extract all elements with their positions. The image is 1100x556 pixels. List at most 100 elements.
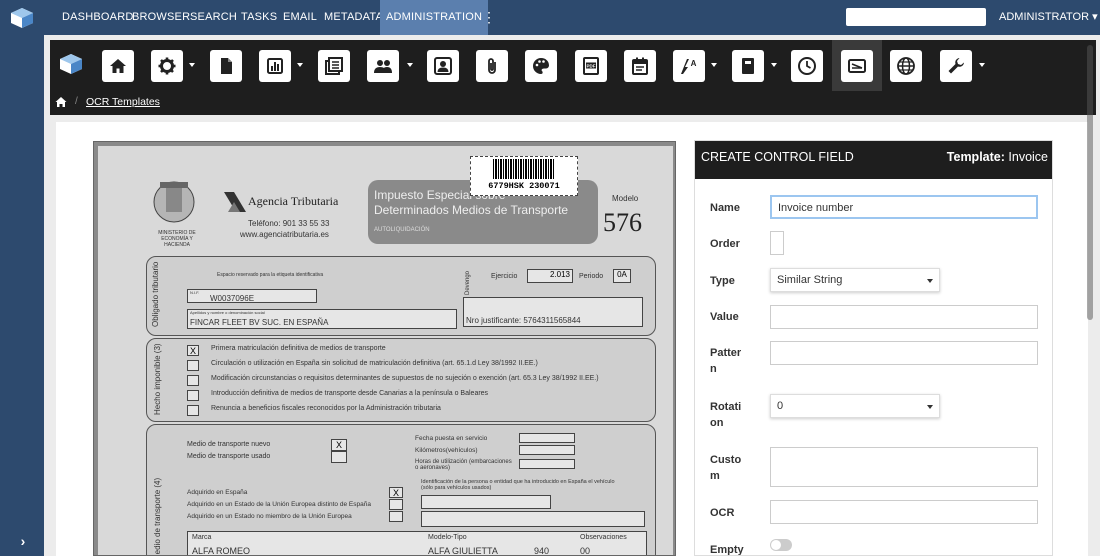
create-control-field-panel: CREATE CONTROL FIELD Template: Invoice N… bbox=[694, 140, 1053, 556]
adquirido-3: Adquirido en un Estado no miembro de la … bbox=[187, 513, 352, 520]
name-label: Name bbox=[710, 202, 740, 214]
search-input[interactable] bbox=[846, 8, 986, 26]
modelo-tipo-value: ALFA GIULIETTA bbox=[428, 546, 498, 556]
option-5: Renuncia a beneficios fiscales reconocid… bbox=[211, 405, 441, 412]
top-navigation: DASHBOARD BROWSER SEARCH TASKS EMAIL MET… bbox=[44, 0, 1100, 35]
adquirido-checkbox-2 bbox=[389, 499, 403, 510]
ident-name-box bbox=[421, 511, 645, 527]
user-menu[interactable]: ADMINISTRATOR ▾ bbox=[999, 0, 1098, 35]
reports-dropdown-caret[interactable] bbox=[297, 63, 303, 67]
justificante-box: Nro justificante: 5764311565844 bbox=[463, 297, 643, 327]
home-icon[interactable] bbox=[102, 50, 134, 82]
nav-metadata[interactable]: METADATA bbox=[324, 0, 383, 35]
paperclip-icon[interactable] bbox=[476, 50, 508, 82]
option-checkbox-5 bbox=[187, 405, 199, 416]
nav-email[interactable]: EMAIL bbox=[283, 0, 317, 35]
barcode-selection[interactable]: 6779HSK 230071 bbox=[470, 156, 578, 196]
fecha-label: Fecha puesta en servicio bbox=[415, 435, 488, 442]
panel-header: CREATE CONTROL FIELD Template: Invoice bbox=[695, 141, 1052, 179]
medio-nuevo-checkbox: X bbox=[331, 439, 347, 451]
devengo-label: Devengo bbox=[465, 270, 471, 295]
type-select[interactable]: Similar String bbox=[770, 268, 940, 292]
document-preview[interactable]: MINISTERIO DE ECONOMÍA Y HACIENDA Agenci… bbox=[93, 141, 676, 556]
scanner-icon[interactable] bbox=[841, 50, 873, 82]
gear-icon[interactable] bbox=[151, 50, 183, 82]
page-scrollbar[interactable] bbox=[1087, 45, 1093, 320]
name-field[interactable]: Invoice number bbox=[770, 195, 1038, 219]
medio-usado-label: Medio de transporte usado bbox=[187, 453, 271, 460]
ocr-field[interactable] bbox=[770, 500, 1038, 524]
modelo-tipo-label: Modelo-Tipo bbox=[428, 534, 467, 541]
expand-sidebar-icon[interactable]: › bbox=[14, 532, 32, 550]
km-box bbox=[519, 445, 575, 455]
periodo-value: 0A bbox=[613, 269, 631, 283]
calendar-icon[interactable] bbox=[624, 50, 656, 82]
observaciones-value: 00 bbox=[580, 546, 591, 556]
empty-toggle[interactable] bbox=[770, 539, 792, 551]
periodo-label: Periodo bbox=[579, 273, 604, 280]
nav-browser[interactable]: BROWSER bbox=[132, 0, 190, 35]
breadcrumb-ocr-templates[interactable]: OCR Templates bbox=[86, 96, 160, 108]
users-icon[interactable] bbox=[367, 50, 399, 82]
ejercicio-label: Ejercicio bbox=[491, 273, 518, 280]
nav-administration[interactable]: ADMINISTRATION bbox=[380, 0, 489, 35]
chart-icon[interactable] bbox=[259, 50, 291, 82]
ocr-text-icon[interactable]: A bbox=[673, 50, 705, 82]
tools-dropdown-caret[interactable] bbox=[979, 63, 985, 67]
wrench-icon[interactable] bbox=[940, 50, 972, 82]
hecho-label: Hecho imponible (3) bbox=[153, 343, 162, 415]
pdf-icon[interactable]: PDF bbox=[575, 50, 607, 82]
vehicle-number: 940 bbox=[534, 546, 550, 556]
chevron-down-icon bbox=[927, 405, 933, 409]
type-select-value: Similar String bbox=[777, 274, 843, 286]
horas-label: Horas de utilización (embarcaciones o ae… bbox=[415, 459, 512, 471]
option-checkbox-2 bbox=[187, 360, 199, 371]
clock-icon[interactable] bbox=[791, 50, 823, 82]
more-menu-icon[interactable]: ⋮ bbox=[482, 9, 496, 26]
palette-icon[interactable] bbox=[525, 50, 557, 82]
option-4: Introducción definitiva de medios de tra… bbox=[211, 390, 489, 397]
custom-textarea[interactable] bbox=[770, 447, 1038, 487]
agency-logo-icon bbox=[224, 192, 246, 212]
adquirido-checkbox-1: X bbox=[389, 487, 403, 498]
justificante-value: Nro justificante: 5764311565844 bbox=[466, 316, 581, 325]
ocr-dropdown-caret[interactable] bbox=[711, 63, 717, 67]
svg-text:A: A bbox=[691, 59, 697, 68]
rotation-label: Rotation bbox=[710, 401, 742, 429]
breadcrumb bbox=[50, 91, 1096, 115]
custom-label: Custom bbox=[710, 454, 742, 482]
book-dropdown-caret[interactable] bbox=[771, 63, 777, 67]
document-icon[interactable] bbox=[210, 50, 242, 82]
settings-dropdown-caret[interactable] bbox=[189, 63, 195, 67]
nav-tasks[interactable]: TASKS bbox=[241, 0, 277, 35]
app-logo-icon[interactable] bbox=[11, 8, 33, 28]
user-icon[interactable] bbox=[427, 50, 459, 82]
users-dropdown-caret[interactable] bbox=[407, 63, 413, 67]
book-icon[interactable] bbox=[732, 50, 764, 82]
breadcrumb-home-icon[interactable] bbox=[55, 96, 67, 108]
rotation-select[interactable]: 0 bbox=[770, 394, 940, 418]
left-sidebar: › bbox=[0, 0, 44, 556]
chevron-down-icon bbox=[927, 279, 933, 283]
value-label: Value bbox=[710, 311, 739, 323]
pattern-label: Pattern bbox=[710, 347, 742, 375]
hecho-imponible-block: Hecho imponible (3) X Primera matriculac… bbox=[146, 338, 656, 422]
ministry-label: MINISTERIO DE ECONOMÍA Y HACIENDA bbox=[158, 230, 196, 248]
agency-phone: Teléfono: 901 33 55 33 bbox=[248, 219, 330, 228]
globe-icon[interactable] bbox=[890, 50, 922, 82]
option-checkbox-4 bbox=[187, 390, 199, 401]
nif-value: W0037096E bbox=[210, 294, 255, 303]
espacio-label: Espacio reservado para la etiqueta ident… bbox=[217, 272, 324, 278]
value-field[interactable] bbox=[770, 305, 1038, 329]
nav-dashboard[interactable]: DASHBOARD bbox=[62, 0, 133, 35]
adquirido-2: Adquirido en un Estado de la Unión Europ… bbox=[187, 501, 371, 508]
medio-nuevo-label: Medio de transporte nuevo bbox=[187, 441, 271, 448]
nav-search[interactable]: SEARCH bbox=[190, 0, 237, 35]
pattern-field[interactable] bbox=[770, 341, 1038, 365]
list-icon[interactable] bbox=[318, 50, 350, 82]
option-checkbox-1: X bbox=[187, 345, 199, 356]
order-field[interactable] bbox=[770, 231, 784, 255]
modelo-number: 576 bbox=[603, 208, 642, 237]
order-label: Order bbox=[710, 238, 740, 250]
agency-name: Agencia Tributaria bbox=[248, 194, 339, 208]
